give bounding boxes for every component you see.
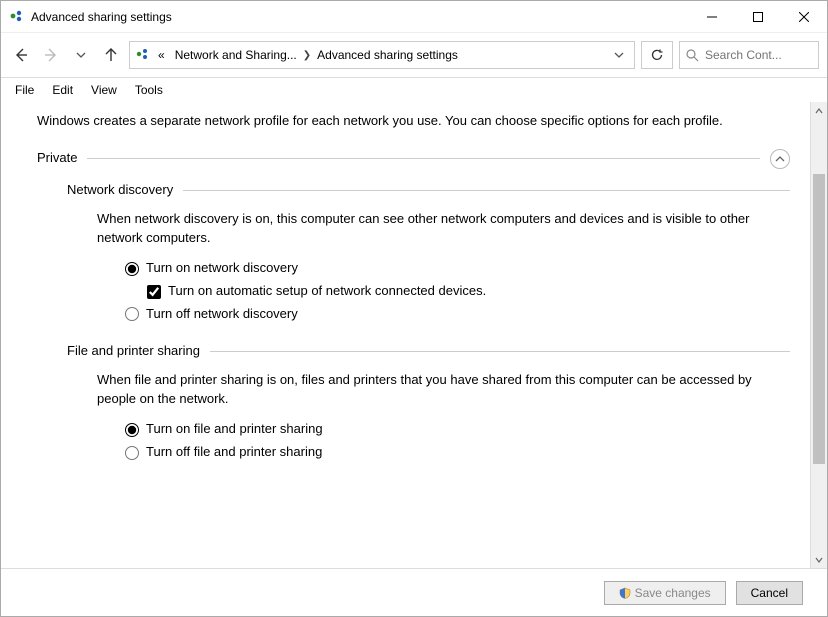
radio-fps-off-row[interactable]: Turn off file and printer sharing bbox=[125, 443, 757, 462]
radio-fps-on-row[interactable]: Turn on file and printer sharing bbox=[125, 420, 757, 439]
menu-view[interactable]: View bbox=[83, 81, 125, 99]
radio-nd-on-label: Turn on network discovery bbox=[146, 259, 298, 278]
section-private-label: Private bbox=[37, 149, 77, 168]
collapse-button[interactable] bbox=[770, 149, 790, 169]
app-icon bbox=[9, 9, 25, 25]
radio-fps-off[interactable] bbox=[125, 446, 139, 460]
save-changes-label: Save changes bbox=[635, 586, 711, 600]
radio-fps-on-label: Turn on file and printer sharing bbox=[146, 420, 323, 439]
radio-fps-on[interactable] bbox=[125, 423, 139, 437]
close-button[interactable] bbox=[781, 1, 827, 33]
scroll-down-icon[interactable] bbox=[811, 551, 827, 568]
minimize-button[interactable] bbox=[689, 1, 735, 33]
back-button[interactable] bbox=[9, 43, 33, 67]
intro-text: Windows creates a separate network profi… bbox=[37, 112, 767, 131]
subsection-network-discovery: Network discovery bbox=[67, 181, 790, 200]
scroll-thumb[interactable] bbox=[813, 174, 825, 464]
radio-nd-off[interactable] bbox=[125, 307, 139, 321]
forward-button[interactable] bbox=[39, 43, 63, 67]
maximize-button[interactable] bbox=[735, 1, 781, 33]
menu-bar: File Edit View Tools bbox=[1, 78, 827, 102]
network-discovery-desc: When network discovery is on, this compu… bbox=[97, 210, 757, 248]
divider bbox=[87, 158, 760, 159]
breadcrumb[interactable]: « Network and Sharing... ❯ Advanced shar… bbox=[129, 41, 635, 69]
content-pane: Windows creates a separate network profi… bbox=[1, 102, 810, 568]
title-bar: Advanced sharing settings bbox=[1, 1, 827, 33]
up-button[interactable] bbox=[99, 43, 123, 67]
subsection-file-printer: File and printer sharing bbox=[67, 342, 790, 361]
menu-tools[interactable]: Tools bbox=[127, 81, 171, 99]
window-title: Advanced sharing settings bbox=[31, 10, 689, 24]
checkbox-nd-auto[interactable] bbox=[147, 285, 161, 299]
menu-edit[interactable]: Edit bbox=[44, 81, 81, 99]
file-printer-desc: When file and printer sharing is on, fil… bbox=[97, 371, 757, 409]
navigation-bar: « Network and Sharing... ❯ Advanced shar… bbox=[1, 33, 827, 78]
recent-locations-button[interactable] bbox=[69, 43, 93, 67]
menu-file[interactable]: File bbox=[7, 81, 42, 99]
breadcrumb-dropdown[interactable] bbox=[608, 50, 630, 60]
breadcrumb-seg-advanced[interactable]: Advanced sharing settings bbox=[313, 48, 462, 62]
cancel-label: Cancel bbox=[751, 586, 788, 600]
breadcrumb-seg-network[interactable]: Network and Sharing... bbox=[171, 48, 301, 62]
scroll-track[interactable] bbox=[811, 119, 827, 551]
checkbox-nd-auto-label: Turn on automatic setup of network conne… bbox=[168, 282, 486, 301]
save-changes-button[interactable]: Save changes bbox=[604, 581, 726, 605]
search-icon bbox=[686, 49, 699, 62]
refresh-button[interactable] bbox=[641, 41, 673, 69]
divider bbox=[210, 351, 790, 352]
file-printer-heading: File and printer sharing bbox=[67, 342, 200, 361]
footer-bar: Save changes Cancel bbox=[1, 568, 827, 616]
breadcrumb-icon bbox=[134, 48, 152, 62]
radio-nd-off-label: Turn off network discovery bbox=[146, 305, 298, 324]
breadcrumb-prefix: « bbox=[154, 48, 169, 62]
shield-icon bbox=[619, 587, 631, 599]
cancel-button[interactable]: Cancel bbox=[736, 581, 803, 605]
radio-nd-on-row[interactable]: Turn on network discovery bbox=[125, 259, 757, 278]
chevron-right-icon[interactable]: ❯ bbox=[303, 50, 311, 61]
network-discovery-heading: Network discovery bbox=[67, 181, 173, 200]
scrollbar[interactable] bbox=[810, 102, 827, 568]
radio-nd-on[interactable] bbox=[125, 262, 139, 276]
section-private: Private bbox=[37, 149, 790, 169]
scroll-up-icon[interactable] bbox=[811, 102, 827, 119]
checkbox-nd-auto-row[interactable]: Turn on automatic setup of network conne… bbox=[147, 282, 757, 301]
search-box[interactable] bbox=[679, 41, 819, 69]
divider bbox=[183, 190, 790, 191]
radio-nd-off-row[interactable]: Turn off network discovery bbox=[125, 305, 757, 324]
search-input[interactable] bbox=[705, 48, 812, 62]
radio-fps-off-label: Turn off file and printer sharing bbox=[146, 443, 322, 462]
